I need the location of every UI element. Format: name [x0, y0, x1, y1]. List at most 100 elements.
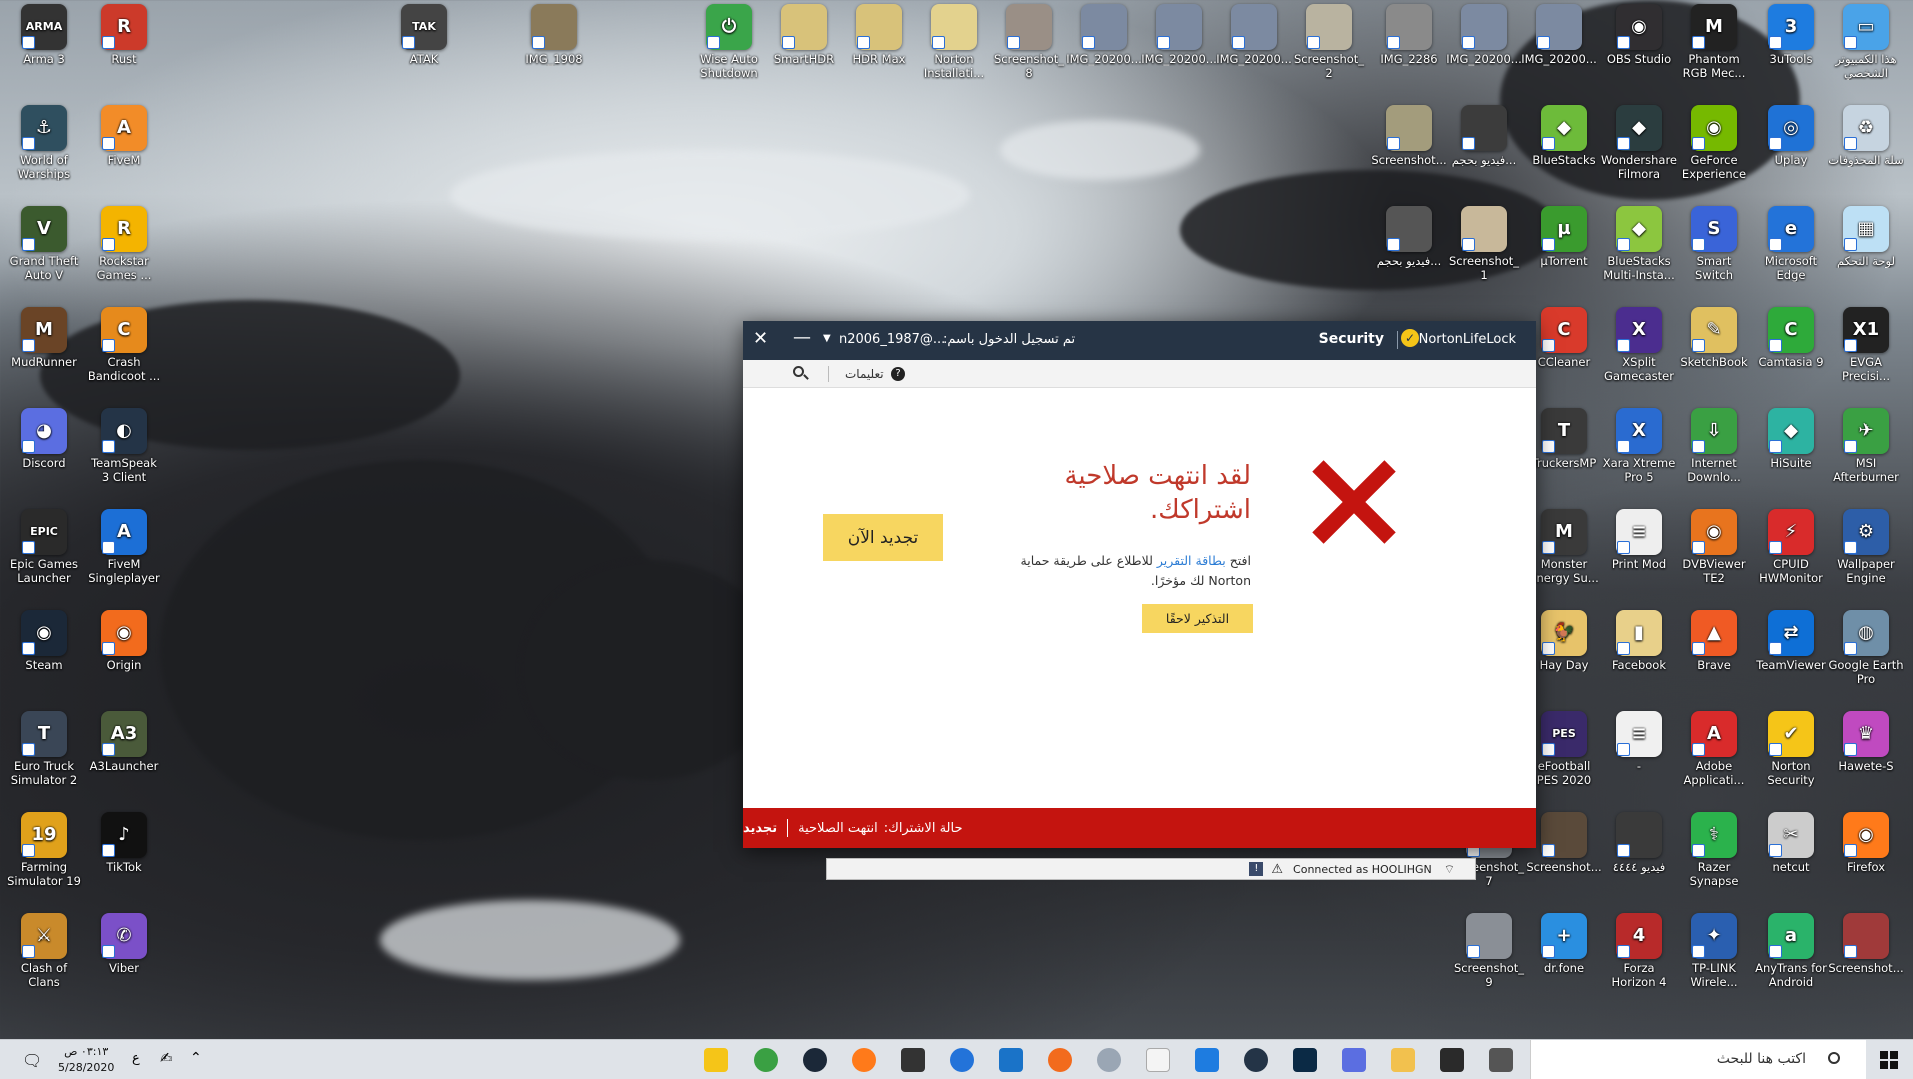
pen-icon[interactable]: ✍: [160, 1049, 173, 1067]
desktop-icon[interactable]: ◎ Uplay: [1753, 105, 1829, 167]
desktop-icon[interactable]: C CCleaner: [1526, 307, 1602, 369]
language-indicator[interactable]: ع: [132, 1051, 140, 1066]
desktop-icon[interactable]: TAK ATAK: [386, 4, 462, 66]
desktop-icon[interactable]: ◆ Wondershare Filmora: [1601, 105, 1677, 181]
desktop-icon[interactable]: ✈ MSI Afterburner: [1828, 408, 1904, 484]
desktop-icon[interactable]: ≡ -: [1601, 711, 1677, 773]
desktop-icon[interactable]: ✦ TP-LINK Wirele...: [1676, 913, 1752, 989]
desktop-icon[interactable]: X1 EVGA Precisi...: [1828, 307, 1904, 383]
desktop-icon[interactable]: ◍ Google Earth Pro: [1828, 610, 1904, 686]
desktop-icon[interactable]: HDR Max: [841, 4, 917, 66]
desktop-icon[interactable]: ◉ Origin: [86, 610, 162, 672]
taskbar-steam-icon[interactable]: [803, 1048, 827, 1072]
desktop-icon[interactable]: ◆ HiSuite: [1753, 408, 1829, 470]
desktop-icon[interactable]: C Crash Bandicoot ...: [86, 307, 162, 383]
account-name[interactable]: n2006_1987@...: [839, 332, 945, 347]
desktop-icon[interactable]: ▲ Brave: [1676, 610, 1752, 672]
desktop-icon[interactable]: V Grand Theft Auto V: [6, 206, 82, 282]
desktop-icon[interactable]: فيديو بحجم...: [1446, 105, 1522, 167]
taskbar-gauge-icon[interactable]: [901, 1048, 925, 1072]
desktop-icon[interactable]: ◕ Discord: [6, 408, 82, 470]
taskbar-teamspeak-icon[interactable]: [1244, 1048, 1268, 1072]
desktop-icon[interactable]: A FiveM: [86, 105, 162, 167]
taskbar-calculator-icon[interactable]: [1489, 1048, 1513, 1072]
desktop-icon[interactable]: Screenshot_8: [991, 4, 1067, 80]
desktop-icon[interactable]: ⚓ World of Warships: [6, 105, 82, 181]
close-icon[interactable]: ✕: [753, 330, 768, 348]
desktop-icon[interactable]: ▭ هذا الكمبيوتر الشخصي: [1828, 4, 1904, 80]
desktop-icon[interactable]: IMG_20200...: [1216, 4, 1292, 66]
desktop-icon[interactable]: 3 3uTools: [1753, 4, 1829, 66]
desktop-icon[interactable]: A Adobe Applicati...: [1676, 711, 1752, 787]
desktop-icon[interactable]: 4 Forza Horizon 4: [1601, 913, 1677, 989]
chevron-down-icon[interactable]: ▼: [823, 333, 831, 344]
desktop-icon[interactable]: 🐓 Hay Day: [1526, 610, 1602, 672]
desktop-icon[interactable]: M Phantom RGB Mec...: [1676, 4, 1752, 80]
desktop-icon[interactable]: فيديو ٤٤٤٤: [1601, 812, 1677, 874]
taskbar-origin-icon[interactable]: [1048, 1048, 1072, 1072]
renew-link[interactable]: تجديد: [743, 821, 777, 836]
report-card-link[interactable]: بطاقة التقرير: [1157, 553, 1226, 568]
desktop-icon[interactable]: ⇩ Internet Downlo...: [1676, 408, 1752, 484]
desktop-icon[interactable]: EPIC Epic Games Launcher: [6, 509, 82, 585]
desktop-icon[interactable]: ⏻ Wise Auto Shutdown: [691, 4, 767, 80]
taskbar-network-icon[interactable]: [754, 1048, 778, 1072]
desktop-icon[interactable]: PES eFootball PES 2020: [1526, 711, 1602, 787]
taskbar-edge-icon[interactable]: [950, 1048, 974, 1072]
desktop-icon[interactable]: IMG_2286: [1371, 4, 1447, 66]
desktop-icon[interactable]: ◐ TeamSpeak 3 Client: [86, 408, 162, 484]
help-icon[interactable]: ?: [891, 367, 905, 381]
taskbar-mail-icon[interactable]: [999, 1048, 1023, 1072]
desktop-icon[interactable]: + dr.fone: [1526, 913, 1602, 975]
desktop-icon[interactable]: IMG_20200...: [1141, 4, 1217, 66]
desktop-icon[interactable]: ▮ Facebook: [1601, 610, 1677, 672]
desktop-icon[interactable]: ▦ لوحة التحكم: [1828, 206, 1904, 268]
desktop-icon[interactable]: Screenshot...: [1526, 812, 1602, 874]
desktop-icon[interactable]: ⚙ Wallpaper Engine: [1828, 509, 1904, 585]
desktop-icon[interactable]: ⚕ Razer Synapse: [1676, 812, 1752, 888]
desktop-icon[interactable]: ✂ netcut: [1753, 812, 1829, 874]
desktop-icon[interactable]: X XSplit Gamecaster: [1601, 307, 1677, 383]
desktop-icon[interactable]: ◉ GeForce Experience: [1676, 105, 1752, 181]
desktop-icon[interactable]: a AnyTrans for Android: [1753, 913, 1829, 989]
taskbar-settings-icon[interactable]: [1097, 1048, 1121, 1072]
desktop-icon[interactable]: ♛ Hawete-S: [1828, 711, 1904, 773]
desktop-icon[interactable]: ♻ سلة المحذوفات: [1828, 105, 1904, 167]
taskbar-photoshop-icon[interactable]: [1293, 1048, 1317, 1072]
desktop-icon[interactable]: ⚔ Clash of Clans: [6, 913, 82, 989]
desktop-icon[interactable]: IMG_20200...: [1066, 4, 1142, 66]
clock[interactable]: ٠٣:١٣ ص 5/28/2020: [58, 1044, 114, 1076]
desktop-icon[interactable]: ARMA Arma 3: [6, 4, 82, 66]
desktop-icon[interactable]: ◆ BlueStacks Multi-Insta...: [1601, 206, 1677, 282]
desktop-icon[interactable]: ◉ Steam: [6, 610, 82, 672]
taskbar-discord-icon[interactable]: [1342, 1048, 1366, 1072]
desktop-icon[interactable]: Screenshot_9: [1451, 913, 1527, 989]
desktop-icon[interactable]: X Xara Xtreme Pro 5: [1601, 408, 1677, 484]
search-box[interactable]: اكتب هنا للبحث: [1530, 1040, 1866, 1079]
desktop-icon[interactable]: M Monster Energy Su...: [1526, 509, 1602, 585]
desktop-icon[interactable]: ✆ Viber: [86, 913, 162, 975]
desktop-icon[interactable]: S Smart Switch: [1676, 206, 1752, 282]
desktop-icon[interactable]: Screenshot_1: [1446, 206, 1522, 282]
desktop-icon[interactable]: Screenshot_2: [1291, 4, 1367, 80]
chevron-up-icon[interactable]: ⌃: [190, 1050, 202, 1066]
desktop-icon[interactable]: ≡ Print Mod: [1601, 509, 1677, 571]
desktop-icon[interactable]: ◆ BlueStacks: [1526, 105, 1602, 167]
desktop-icon[interactable]: R Rust: [86, 4, 162, 66]
desktop-icon[interactable]: SmartHDR: [766, 4, 842, 66]
desktop-icon[interactable]: A3 A3Launcher: [86, 711, 162, 773]
desktop-icon[interactable]: ◉ OBS Studio: [1601, 4, 1677, 66]
desktop-icon[interactable]: IMG_1908: [516, 4, 592, 66]
taskbar-3utools-icon[interactable]: [1195, 1048, 1219, 1072]
desktop-icon[interactable]: ♪ TikTok: [86, 812, 162, 874]
renew-now-button[interactable]: تجديد الآن: [823, 514, 943, 561]
help-link[interactable]: تعليمات: [845, 367, 884, 381]
desktop-icon[interactable]: ✎ SketchBook: [1676, 307, 1752, 369]
remind-later-button[interactable]: التذكير لاحقًا: [1142, 604, 1253, 633]
taskbar-norton-icon[interactable]: [704, 1048, 728, 1072]
info-icon[interactable]: !: [1249, 862, 1264, 876]
notification-icon[interactable]: 🗨: [22, 1051, 42, 1070]
desktop-icon[interactable]: e Microsoft Edge: [1753, 206, 1829, 282]
desktop-icon[interactable]: ⇄ TeamViewer: [1753, 610, 1829, 672]
desktop-icon[interactable]: µ µTorrent: [1526, 206, 1602, 268]
